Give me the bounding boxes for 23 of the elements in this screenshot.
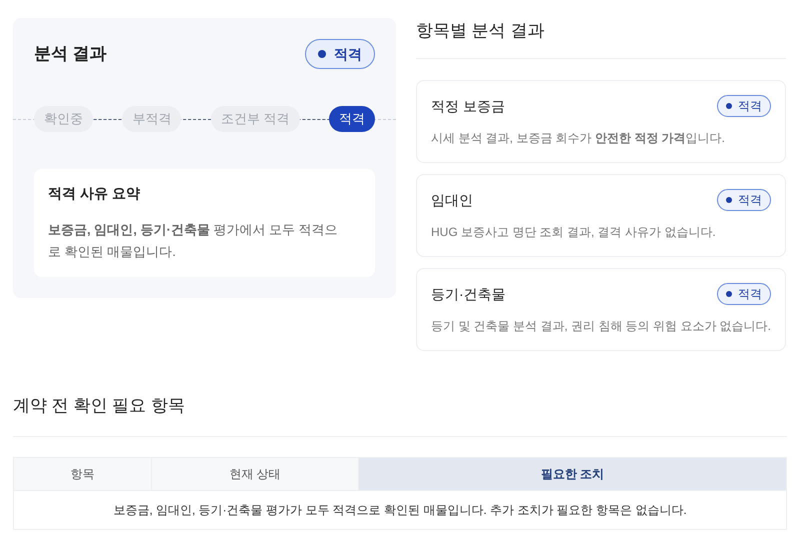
status-badge: 적격 [717,283,771,305]
panel-title: 분석 결과 [34,43,107,66]
item-description: 등기 및 건축물 분석 결과, 권리 침해 등의 위험 요소가 없습니다. [430,318,771,335]
item-title: 임대인 [430,190,473,210]
table-header: 현재 상태 [152,458,359,490]
summary-text: 보증금, 임대인, 등기·건축물 평가에서 모두 적격으로 확인된 매물입니다. [48,221,339,261]
status-step: 적격 [328,106,375,132]
item-title: 적정 보증금 [430,96,505,116]
status-badge: 적격 [717,189,771,211]
item-description: HUG 보증사고 명단 조회 결과, 결격 사유가 없습니다. [430,224,717,241]
table-cell-text: 보증금, 임대인, 등기·건축물 평가가 모두 적격으로 확인된 매물입니다. 추가 조치가 필요한 항목은 없습니다. [112,502,688,518]
table-header: 필요한 조치 [359,458,786,490]
status-badge: 적격 [717,95,771,117]
summary-title: 적격 사유 요약 [48,184,141,203]
status-step: 확인중 [34,106,93,132]
item-description: 시세 분석 결과, 보증금 회수가 안전한 적정 가격입니다. [430,130,726,147]
status-badge: 적격 [304,39,375,69]
status-step: 조건부 적격 [210,106,300,132]
section-title: 계약 전 확인 필요 항목 [13,395,186,417]
item-title: 등기·건축물 [430,284,506,304]
section-title: 항목별 분석 결과 [416,20,546,42]
table-header: 항목 [14,458,152,490]
status-step: 부적격 [122,106,182,132]
